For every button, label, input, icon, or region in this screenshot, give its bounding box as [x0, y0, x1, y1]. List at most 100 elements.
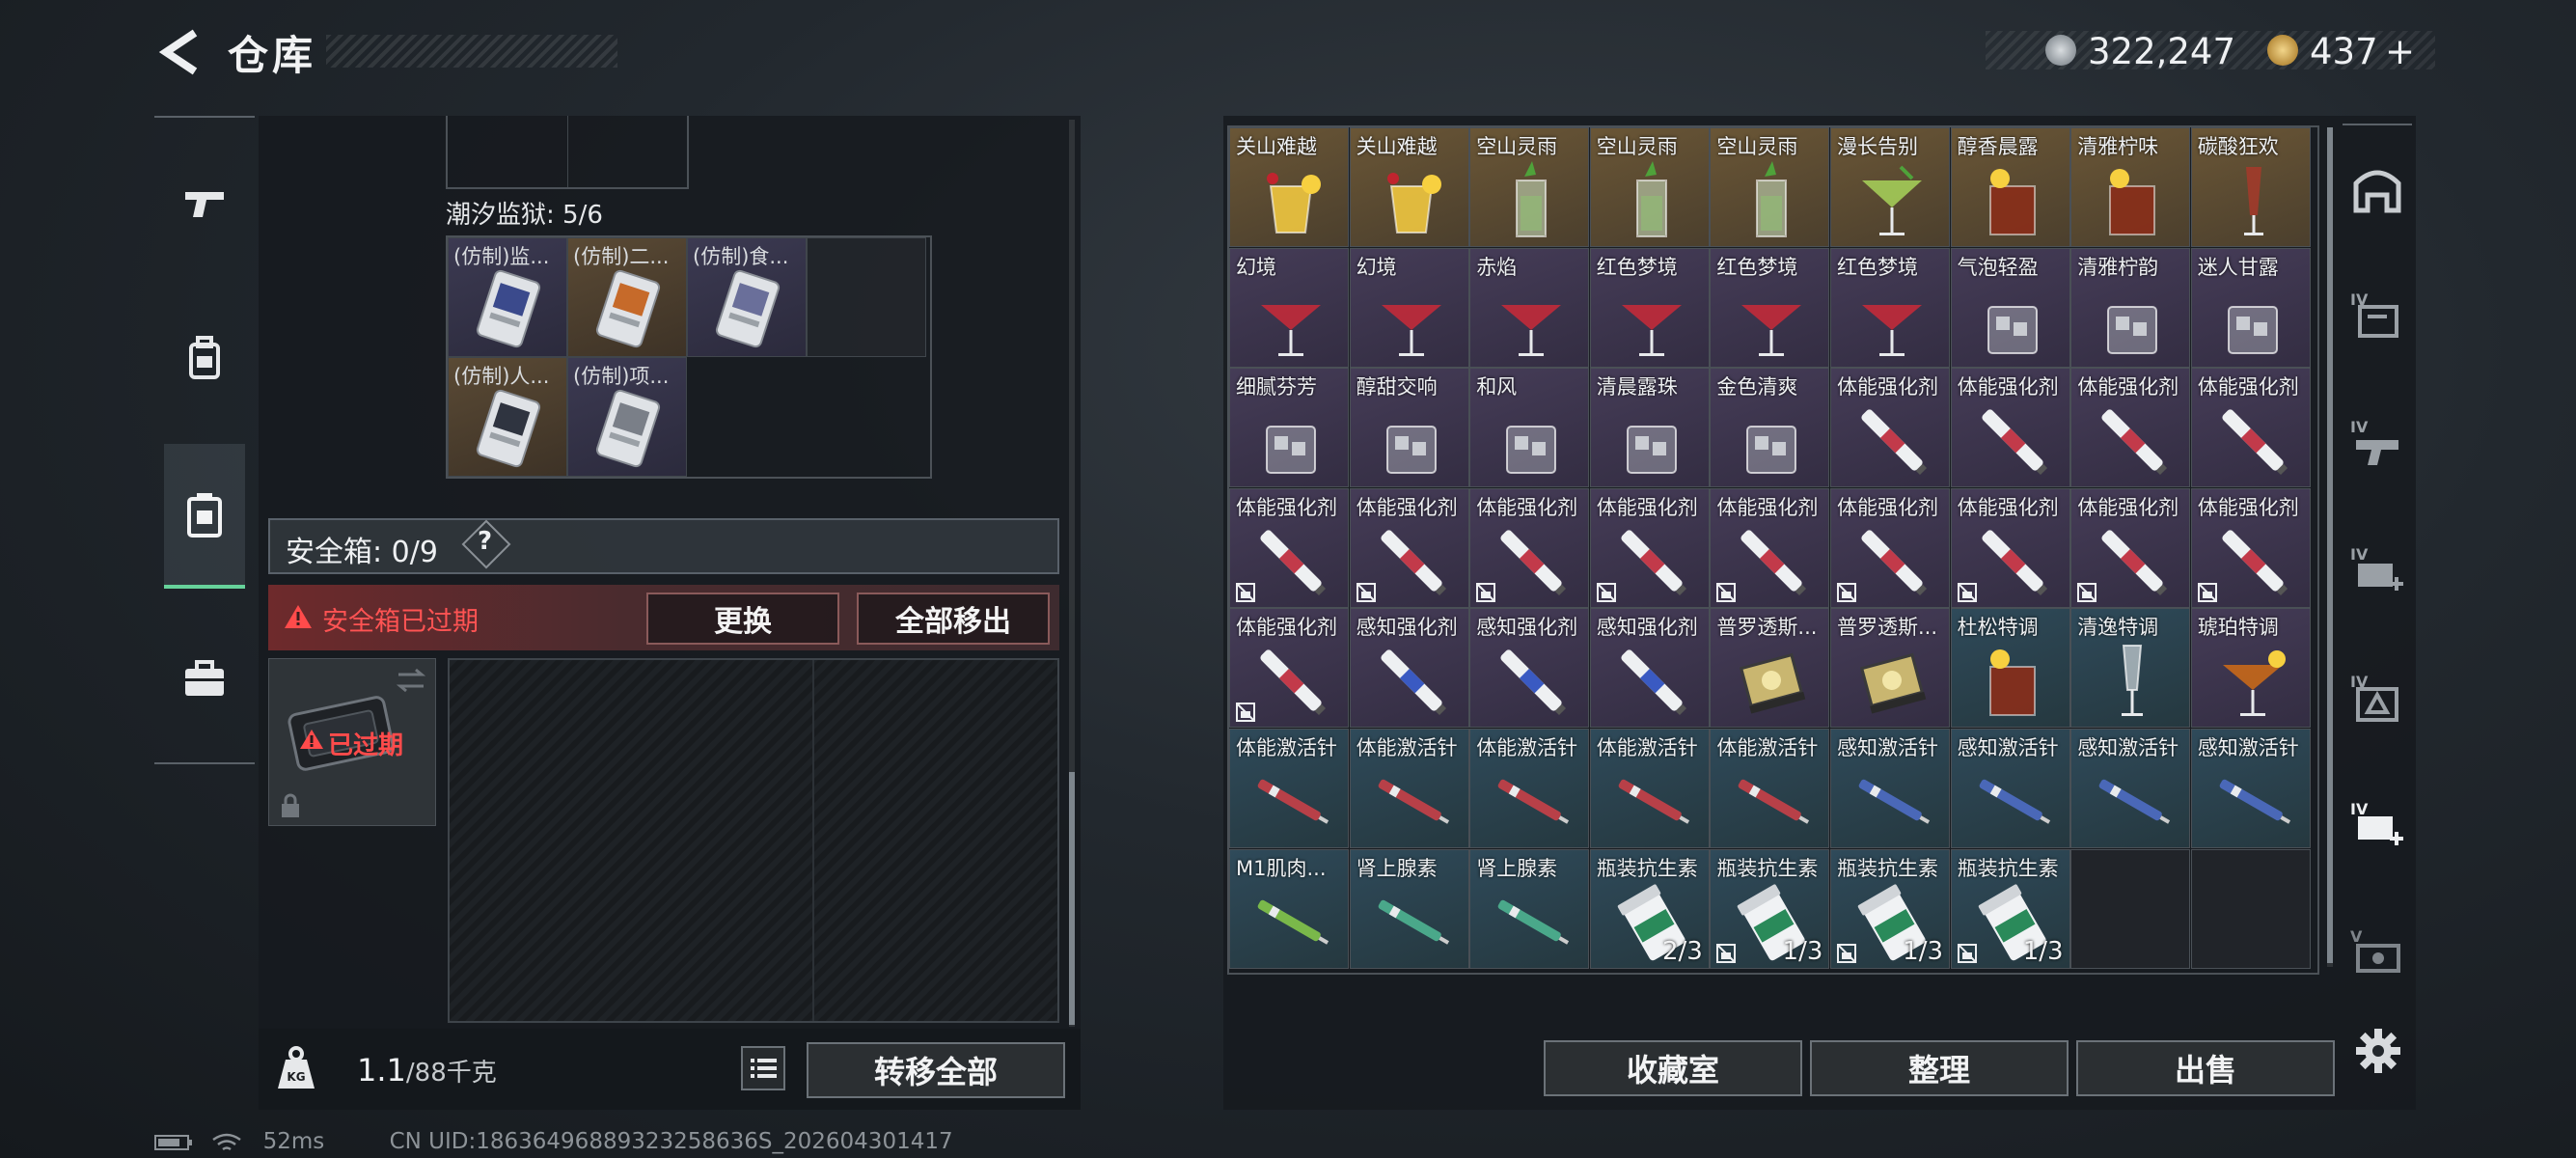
- inventory-item[interactable]: 空山灵雨: [1710, 127, 1830, 247]
- settings-gear-icon[interactable]: [2354, 1027, 2402, 1075]
- inventory-item[interactable]: 体能强化剂: [1229, 608, 1349, 729]
- prison-item[interactable]: (仿制)二...: [567, 237, 687, 357]
- inventory-item[interactable]: 关山难越: [1229, 127, 1349, 247]
- inventory-item[interactable]: 红色梦境: [1589, 247, 1710, 368]
- warehouse-scrollbar-thumb[interactable]: [2327, 127, 2333, 963]
- no-insure-icon: [2077, 582, 2097, 602]
- inventory-item[interactable]: 感知强化剂: [1469, 608, 1590, 729]
- inventory-item[interactable]: 体能强化剂: [2190, 487, 2311, 608]
- category-5-icon[interactable]: IV: [2346, 795, 2408, 857]
- weapon-tab[interactable]: [160, 131, 249, 276]
- list-view-button[interactable]: [741, 1046, 785, 1090]
- martini-red-icon: [1381, 304, 1441, 356]
- inventory-item[interactable]: 金色清爽: [1710, 368, 1830, 488]
- category-1-icon[interactable]: IV: [2346, 286, 2408, 347]
- inventory-item[interactable]: 和风: [1469, 368, 1590, 488]
- empty-slot[interactable]: [2070, 848, 2191, 969]
- inventory-scrollbar-thumb[interactable]: [1069, 772, 1075, 1025]
- inventory-item[interactable]: 感知强化剂: [1589, 608, 1710, 729]
- inventory-item[interactable]: 清雅柠韵: [2070, 247, 2191, 368]
- backpack-tab[interactable]: [160, 286, 249, 430]
- inventory-item[interactable]: 体能强化剂: [2070, 368, 2191, 488]
- inventory-item[interactable]: 体能强化剂: [1950, 487, 2070, 608]
- inventory-item[interactable]: 普罗透斯...: [1710, 608, 1830, 729]
- inventory-item[interactable]: 感知强化剂: [1349, 608, 1469, 729]
- inventory-item[interactable]: 感知激活针: [1830, 729, 1950, 848]
- prison-item[interactable]: (仿制)食...: [687, 237, 807, 357]
- safehouse-icon[interactable]: [2346, 158, 2408, 220]
- inventory-item[interactable]: 体能强化剂: [2070, 487, 2191, 608]
- prison-item[interactable]: (仿制)人...: [448, 357, 567, 477]
- collection-room-button[interactable]: 收藏室: [1544, 1040, 1802, 1096]
- inventory-item[interactable]: 清逸特调: [2070, 608, 2191, 729]
- help-icon-glyph[interactable]: ?: [478, 527, 492, 556]
- item-name: 感知强化剂: [1476, 616, 1578, 640]
- inventory-item[interactable]: M1肌肉...: [1229, 848, 1349, 969]
- inventory-item[interactable]: 体能强化剂: [1950, 368, 2070, 488]
- inventory-item[interactable]: 清雅柠味: [2070, 127, 2191, 247]
- inventory-item[interactable]: 空山灵雨: [1589, 127, 1710, 247]
- inventory-item[interactable]: 普罗透斯...: [1830, 608, 1950, 729]
- inventory-item[interactable]: 红色梦境: [1830, 247, 1950, 368]
- inventory-item[interactable]: 碳酸狂欢: [2190, 127, 2311, 247]
- inventory-item[interactable]: 瓶装抗生素 1/3: [1710, 848, 1830, 969]
- inventory-item[interactable]: 迷人甘露: [2190, 247, 2311, 368]
- prison-item[interactable]: (仿制)项...: [567, 357, 687, 477]
- inventory-item[interactable]: 体能强化剂: [1830, 368, 1950, 488]
- inventory-item[interactable]: 体能强化剂: [1469, 487, 1590, 608]
- inventory-item[interactable]: 体能强化剂: [1349, 487, 1469, 608]
- add-currency-button[interactable]: +: [2385, 31, 2415, 72]
- inventory-item[interactable]: 感知激活针: [2070, 729, 2191, 848]
- inventory-item[interactable]: 瓶装抗生素 2/3: [1589, 848, 1710, 969]
- empty-slot[interactable]: [807, 237, 926, 357]
- inventory-item[interactable]: 赤焰: [1469, 247, 1590, 368]
- inventory-item[interactable]: 醇香晨露: [1950, 127, 2070, 247]
- inventory-item[interactable]: 体能强化剂: [1830, 487, 1950, 608]
- inventory-item[interactable]: 感知激活针: [1950, 729, 2070, 848]
- inventory-item[interactable]: 体能强化剂: [1229, 487, 1349, 608]
- inventory-item[interactable]: 幻境: [1229, 247, 1349, 368]
- back-arrow-icon[interactable]: [156, 27, 203, 77]
- inventory-item[interactable]: 体能激活针: [1229, 729, 1349, 848]
- category-4-icon[interactable]: IV: [2346, 668, 2408, 730]
- inventory-item[interactable]: 体能激活针: [1469, 729, 1590, 848]
- category-2-icon[interactable]: IV: [2346, 413, 2408, 475]
- inventory-item[interactable]: 琥珀特调: [2190, 608, 2311, 729]
- inventory-item[interactable]: 瓶装抗生素 1/3: [1950, 848, 2070, 969]
- transfer-all-button[interactable]: 转移全部: [807, 1042, 1065, 1098]
- wifi-icon: [212, 1133, 242, 1150]
- inventory-item[interactable]: 气泡轻盈: [1950, 247, 2070, 368]
- inventory-item[interactable]: 空山灵雨: [1469, 127, 1590, 247]
- inventory-item[interactable]: 杜松特调: [1950, 608, 2070, 729]
- prison-item[interactable]: (仿制)监...: [448, 237, 567, 357]
- inventory-item[interactable]: 体能强化剂: [1589, 487, 1710, 608]
- category-3-icon[interactable]: IV: [2346, 540, 2408, 602]
- remove-all-button[interactable]: 全部移出: [857, 593, 1050, 645]
- swap-icon[interactable]: [395, 667, 427, 694]
- inventory-item[interactable]: 瓶装抗生素 1/3: [1830, 848, 1950, 969]
- inventory-item[interactable]: 体能强化剂: [1710, 487, 1830, 608]
- item-name: 体能强化剂: [2197, 495, 2299, 519]
- sell-button[interactable]: 出售: [2076, 1040, 2335, 1096]
- category-6-icon[interactable]: V: [2346, 923, 2408, 984]
- inventory-item[interactable]: 体能激活针: [1589, 729, 1710, 848]
- inventory-item[interactable]: 体能激活针: [1349, 729, 1469, 848]
- inventory-item[interactable]: 幻境: [1349, 247, 1469, 368]
- inventory-item[interactable]: 感知激活针: [2190, 729, 2311, 848]
- item-name: 体能激活针: [1596, 736, 1698, 759]
- inventory-item[interactable]: 肾上腺素: [1349, 848, 1469, 969]
- container-tab[interactable]: [164, 444, 245, 589]
- organize-button[interactable]: 整理: [1810, 1040, 2069, 1096]
- inventory-item[interactable]: 体能强化剂: [2190, 368, 2311, 488]
- inventory-item[interactable]: 肾上腺素: [1469, 848, 1590, 969]
- inventory-item[interactable]: 醇甜交响: [1349, 368, 1469, 488]
- replace-button[interactable]: 更换: [646, 593, 839, 645]
- briefcase-tab[interactable]: [160, 606, 249, 751]
- inventory-item[interactable]: 细腻芬芳: [1229, 368, 1349, 488]
- inventory-item[interactable]: 体能激活针: [1710, 729, 1830, 848]
- inventory-item[interactable]: 红色梦境: [1710, 247, 1830, 368]
- inventory-item[interactable]: 关山难越: [1349, 127, 1469, 247]
- empty-slot[interactable]: [2190, 848, 2311, 969]
- inventory-item[interactable]: 清晨露珠: [1589, 368, 1710, 488]
- inventory-item[interactable]: 漫长告别: [1830, 127, 1950, 247]
